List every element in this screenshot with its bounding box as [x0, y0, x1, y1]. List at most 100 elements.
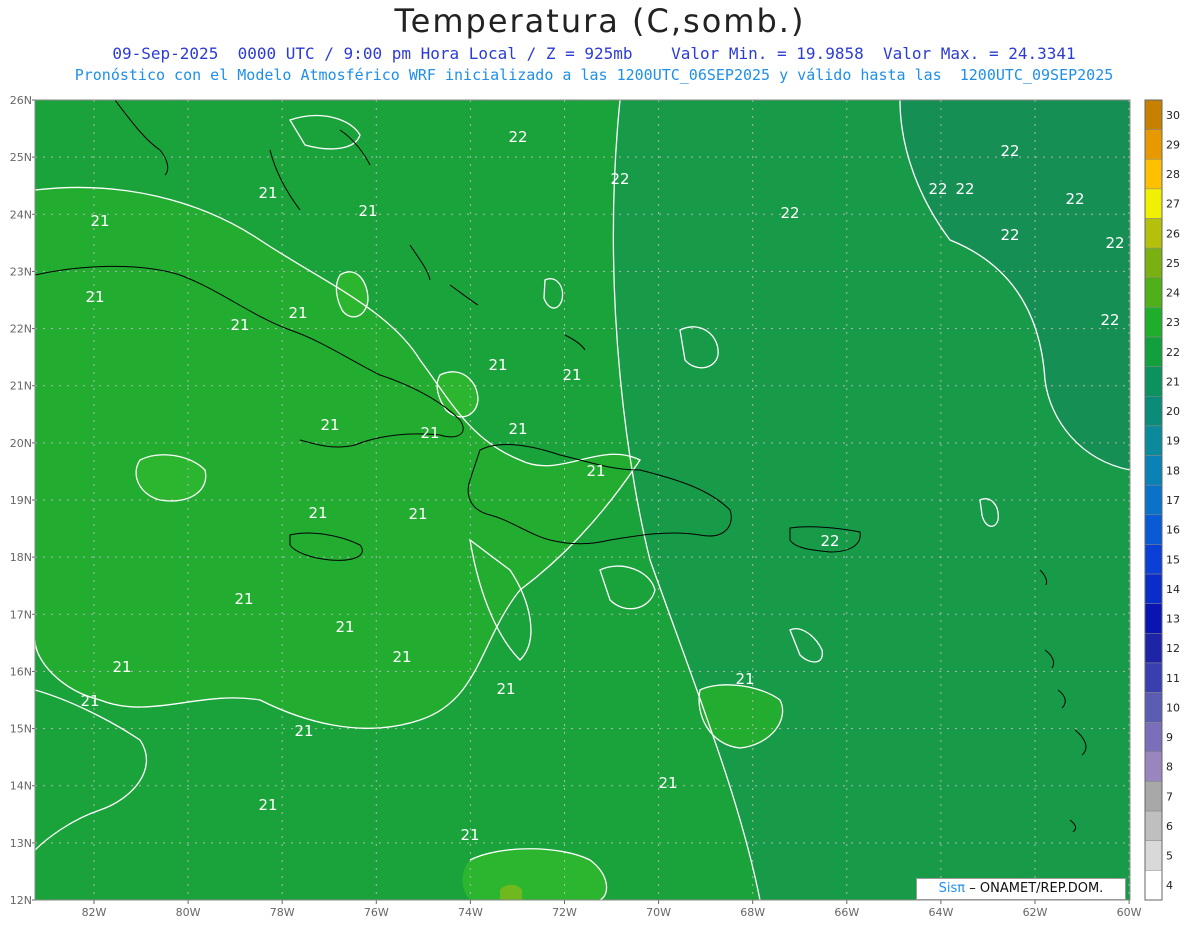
- colorbar-segment: [1144, 633, 1163, 664]
- contour-label: 21: [460, 826, 479, 844]
- contour-label: 22: [1105, 234, 1124, 252]
- contour-label: 21: [85, 288, 104, 306]
- latitude-label: 14N: [10, 780, 32, 793]
- longitude-label: 68W: [740, 906, 765, 919]
- latitude-label: 16N: [10, 665, 32, 678]
- contour-label: 21: [294, 722, 313, 740]
- contour-label: 21: [308, 504, 327, 522]
- colorbar-label: 18: [1166, 464, 1180, 477]
- latitude-label: 20N: [10, 437, 32, 450]
- colorbar-label: 14: [1166, 583, 1180, 596]
- longitude-label: 60W: [1117, 906, 1142, 919]
- contour-label: 22: [928, 180, 947, 198]
- latitude-label: 15N: [10, 723, 32, 736]
- longitude-label: 62W: [1023, 906, 1048, 919]
- colorbar-segment: [1144, 721, 1163, 753]
- contour-label: 21: [230, 316, 249, 334]
- contour-label: 21: [358, 202, 377, 220]
- colorbar-segment: [1144, 218, 1163, 249]
- colorbar-label: 4: [1166, 879, 1173, 892]
- colorbar-segment: [1144, 514, 1163, 545]
- longitude-label: 66W: [834, 906, 859, 919]
- contour-label: 21: [735, 670, 754, 688]
- latitude-label: 17N: [10, 608, 32, 621]
- colorbar-segment: [1144, 366, 1163, 397]
- colorbar-segment: [1144, 277, 1163, 308]
- longitude-label: 82W: [82, 906, 107, 919]
- colorbar: 30 29 28 27 26 25 24 23 22 21 20 19 18 17 16 15 14 13 12 11…: [1144, 99, 1180, 901]
- latitude-label: 13N: [10, 837, 32, 850]
- contour-label: 21: [90, 212, 109, 230]
- contour-label: 22: [955, 180, 974, 198]
- colorbar-segment: [1144, 751, 1163, 782]
- colorbar-label: 29: [1166, 138, 1180, 151]
- colorbar-label: 27: [1166, 198, 1180, 211]
- contour-label: 21: [658, 774, 677, 792]
- contour-label: 21: [562, 366, 581, 384]
- colorbar-label: 25: [1166, 257, 1180, 270]
- contour-label: 21: [488, 356, 507, 374]
- colorbar-label: 7: [1166, 790, 1173, 803]
- contour-label: 22: [1000, 226, 1019, 244]
- colorbar-segment: [1144, 870, 1163, 901]
- colorbar-segment: [1144, 159, 1163, 190]
- colorbar-segment: [1144, 99, 1163, 130]
- longitude-label: 74W: [458, 906, 483, 919]
- colorbar-label: 17: [1166, 494, 1180, 507]
- contour-label: 22: [610, 170, 629, 188]
- colorbar-segment: [1144, 484, 1163, 516]
- latitude-label: 26N: [10, 94, 32, 107]
- latitude-label: 19N: [10, 494, 32, 507]
- contour-label: 22: [820, 532, 839, 550]
- contour-label: 22: [1000, 142, 1019, 160]
- contour-label: 21: [80, 692, 99, 710]
- latitude-labels: 26N 25N 24N 23N 22N 21N 20N 19N 18N 17N 16N 15N 14N 1…: [10, 94, 35, 907]
- colorbar-segment: [1144, 662, 1163, 693]
- colorbar-label: 10: [1166, 701, 1180, 714]
- colorbar-segment: [1144, 188, 1163, 219]
- contour-label: 21: [112, 658, 131, 676]
- colorbar-label: 12: [1166, 642, 1180, 655]
- colorbar-label: 26: [1166, 227, 1180, 240]
- colorbar-label: 9: [1166, 731, 1173, 744]
- colorbar-label: 28: [1166, 168, 1180, 181]
- contour-label: 21: [408, 505, 427, 523]
- latitude-label: 24N: [10, 208, 32, 221]
- colorbar-label: 21: [1166, 375, 1180, 388]
- colorbar-segment: [1144, 544, 1163, 575]
- contour-label: 21: [496, 680, 515, 698]
- contour-label: 21: [335, 618, 354, 636]
- colorbar-segment: [1144, 247, 1163, 279]
- longitude-label: 72W: [552, 906, 577, 919]
- contour-label: 22: [508, 128, 527, 146]
- colorbar-segment: [1144, 810, 1163, 841]
- latitude-label: 22N: [10, 323, 32, 336]
- colorbar-segment: [1144, 336, 1163, 367]
- colorbar-label: 15: [1166, 553, 1180, 566]
- credit-box: Sisπ – ONAMET/REP.DOM.: [916, 878, 1126, 900]
- contour-label: 21: [234, 590, 253, 608]
- latitude-label: 25N: [10, 151, 32, 164]
- contour-label: 21: [258, 796, 277, 814]
- colorbar-label: 13: [1166, 613, 1180, 626]
- contour-label: 22: [1100, 311, 1119, 329]
- temperature-map: 22 22 22 22 22 22 22 22 22 22 21 21 21 21 21 21 21 21 21 21…: [10, 94, 1180, 919]
- contour-label: 22: [780, 204, 799, 222]
- contour-label: 21: [320, 416, 339, 434]
- latitude-label: 12N: [10, 894, 32, 907]
- longitude-label: 80W: [176, 906, 201, 919]
- colorbar-label: 22: [1166, 346, 1180, 359]
- colorbar-label: 8: [1166, 761, 1173, 774]
- contour-label: 21: [586, 462, 605, 480]
- longitude-label: 78W: [270, 906, 295, 919]
- contour-label: 21: [288, 304, 307, 322]
- colorbar-label: 20: [1166, 405, 1180, 418]
- warm-field: [500, 884, 522, 900]
- longitude-label: 76W: [364, 906, 389, 919]
- longitude-label: 70W: [646, 906, 671, 919]
- colorbar-segment: [1144, 840, 1163, 871]
- colorbar-segment: [1144, 573, 1163, 604]
- colorbar-label: 6: [1166, 820, 1173, 833]
- latitude-label: 18N: [10, 551, 32, 564]
- colorbar-label: 19: [1166, 435, 1180, 448]
